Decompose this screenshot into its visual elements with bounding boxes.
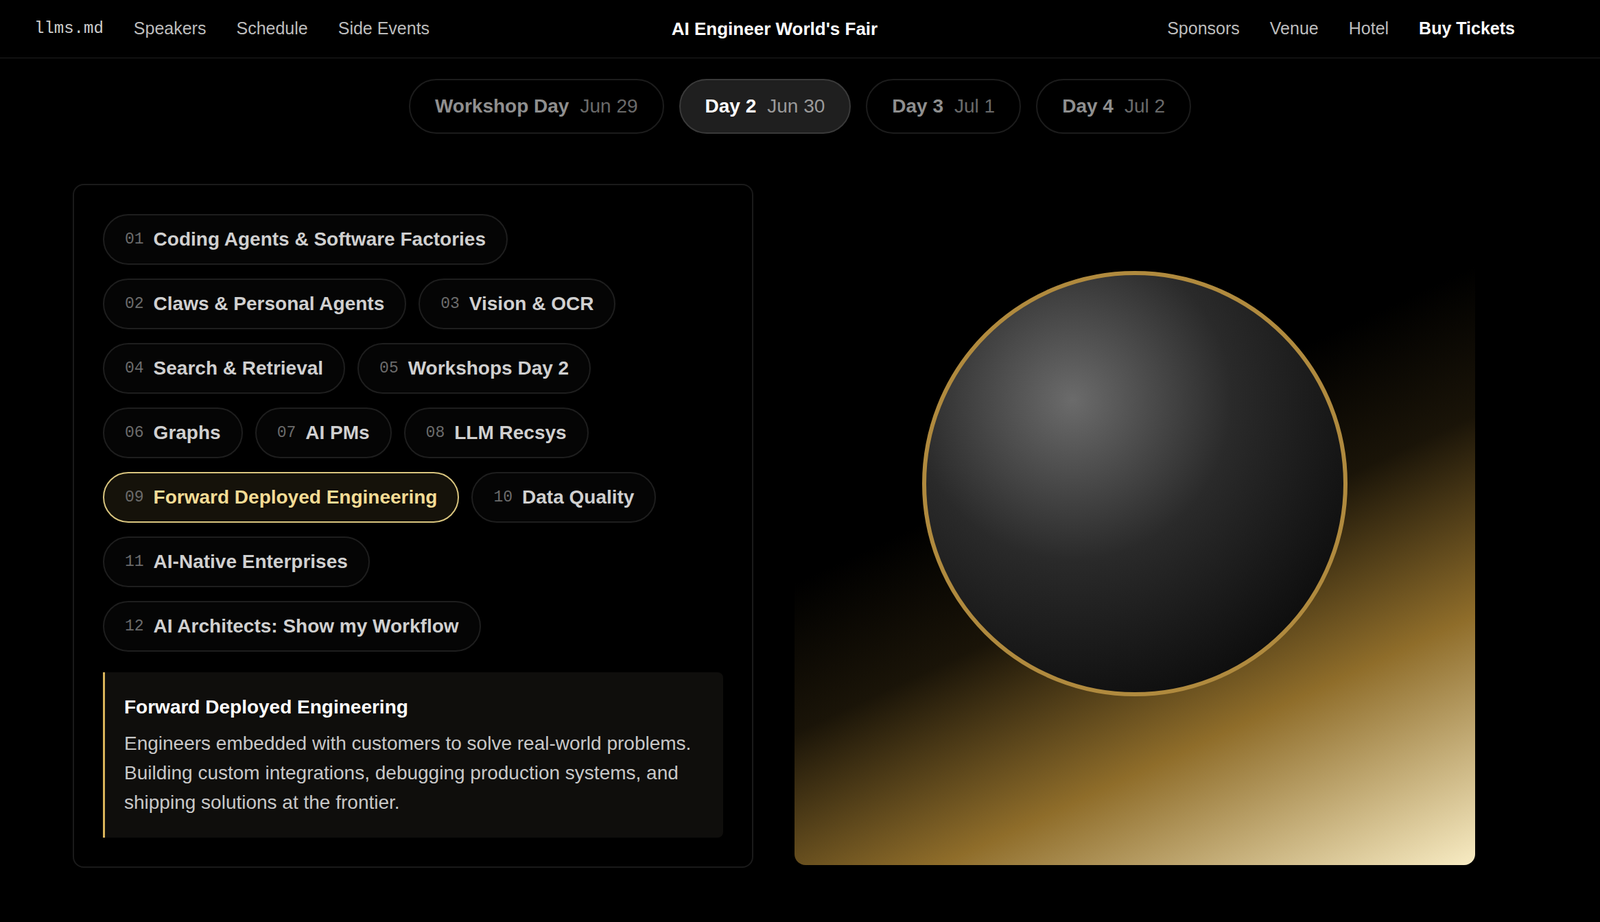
- topic-chip[interactable]: 04 Search & Retrieval: [102, 343, 346, 394]
- day-date: Jun 30: [767, 91, 825, 121]
- topic-number: 07: [277, 421, 297, 446]
- topic-label: AI Architects: Show my Workflow: [153, 612, 460, 641]
- topic-label: LLM Recsys: [454, 418, 567, 448]
- day-date: Jun 29: [579, 91, 638, 121]
- topic-label: Data Quality: [522, 483, 634, 512]
- hero-image: [794, 183, 1476, 866]
- topic-number: 04: [124, 356, 145, 381]
- day-tabs: Workshop DayJun 29Day 2Jun 30Day 3Jul 1D…: [0, 58, 1600, 134]
- description-body: Engineers embedded with customers to sol…: [124, 728, 704, 818]
- day-date: Jul 2: [1124, 91, 1166, 121]
- topic-number: 09: [124, 485, 145, 510]
- topic-label: AI PMs: [305, 418, 370, 448]
- day-label: Workshop Day: [434, 91, 570, 121]
- day-tab[interactable]: Day 4 Jul 2: [1036, 78, 1192, 134]
- topic-label: Workshops Day 2: [408, 354, 569, 383]
- topic-chip[interactable]: 05 Workshops Day 2: [357, 343, 591, 394]
- topic-label: AI-Native Enterprises: [153, 547, 348, 577]
- topic-label: Graphs: [153, 418, 221, 448]
- day-label: Day 3: [891, 91, 944, 121]
- globe-shape: [922, 271, 1348, 697]
- nav-link[interactable]: Hotel: [1348, 15, 1389, 42]
- topic-number: 02: [124, 292, 145, 317]
- topic-row: 02 Claws & Personal Agents 03 Vision & OCR: [102, 278, 724, 330]
- topic-label: Vision & OCR: [469, 289, 595, 319]
- topic-number: 06: [124, 421, 145, 446]
- page: llms.md Speakers Schedule Side Events AI Eng…: [0, 0, 1600, 922]
- topic-chip[interactable]: 10 Data Quality: [471, 472, 656, 523]
- topic-chip[interactable]: 11 AI-Native Enterprises: [102, 536, 370, 588]
- site-title[interactable]: AI Engineer World's Fair: [671, 15, 878, 43]
- topic-chip[interactable]: 12 AI Architects: Show my Workflow: [102, 601, 481, 652]
- day-label: Day 4: [1062, 91, 1114, 121]
- topic-number: 03: [440, 292, 460, 317]
- nav-link[interactable]: Side Events: [338, 15, 430, 42]
- content: 01 Coding Agents & Software Factories 02 Cl…: [0, 133, 1600, 868]
- topic-label: Coding Agents & Software Factories: [153, 225, 486, 254]
- topic-chip[interactable]: 06 Graphs: [102, 407, 243, 459]
- day-tab[interactable]: Day 2 Jun 30: [679, 78, 852, 134]
- topic-number: 08: [426, 421, 446, 446]
- nav-left: llms.md Speakers Schedule Side Events: [34, 15, 672, 42]
- topic-chip[interactable]: 03 Vision & OCR: [418, 278, 616, 330]
- description-title: Forward Deployed Engineering: [124, 692, 704, 722]
- day-date: Jul 1: [954, 91, 995, 121]
- topic-row: 09 Forward Deployed Engineering 10 Data Qua…: [102, 472, 724, 523]
- nav-link[interactable]: Schedule: [236, 15, 308, 42]
- day-tab[interactable]: Day 3 Jul 1: [865, 78, 1021, 134]
- topic-chip[interactable]: 07 AI PMs: [255, 407, 392, 459]
- topic-label: Claws & Personal Agents: [153, 289, 385, 319]
- topic-description: Forward Deployed Engineering Engineers em…: [102, 672, 724, 838]
- topic-chip[interactable]: 08 LLM Recsys: [404, 407, 589, 459]
- topic-label: Search & Retrieval: [153, 354, 324, 383]
- topic-number: 10: [493, 485, 513, 510]
- topic-label: Forward Deployed Engineering: [153, 483, 438, 512]
- nav-right: Sponsors Venue Hotel Buy Tickets: [877, 15, 1515, 42]
- topic-chip[interactable]: 02 Claws & Personal Agents: [102, 278, 407, 330]
- topics-card: 01 Coding Agents & Software Factories 02 Cl…: [72, 183, 754, 868]
- topic-row: 12 AI Architects: Show my Workflow: [102, 601, 724, 652]
- topic-number: 11: [124, 550, 145, 575]
- topic-row: 11 AI-Native Enterprises: [102, 536, 724, 588]
- day-tab[interactable]: Workshop Day Jun 29: [408, 78, 665, 134]
- nav-link[interactable]: Venue: [1269, 15, 1319, 42]
- topic-row: 06 Graphs 07 AI PMs 08 LLM Recsys: [102, 407, 724, 459]
- topic-number: 01: [124, 227, 145, 252]
- day-label: Day 2: [705, 91, 757, 121]
- nav-link[interactable]: Speakers: [133, 15, 207, 42]
- topic-number: 05: [379, 356, 399, 381]
- nav-link[interactable]: Sponsors: [1167, 15, 1240, 42]
- topic-row: 04 Search & Retrieval 05 Workshops Day 2: [102, 343, 724, 394]
- topic-row: 01 Coding Agents & Software Factories: [102, 214, 724, 265]
- topic-chip[interactable]: 09 Forward Deployed Engineering: [102, 472, 460, 523]
- topic-number: 12: [124, 614, 145, 639]
- logo-link[interactable]: llms.md: [34, 16, 104, 42]
- topic-chip[interactable]: 01 Coding Agents & Software Factories: [102, 214, 508, 265]
- buy-tickets-link[interactable]: Buy Tickets: [1418, 15, 1515, 42]
- top-nav: llms.md Speakers Schedule Side Events AI Eng…: [0, 0, 1600, 59]
